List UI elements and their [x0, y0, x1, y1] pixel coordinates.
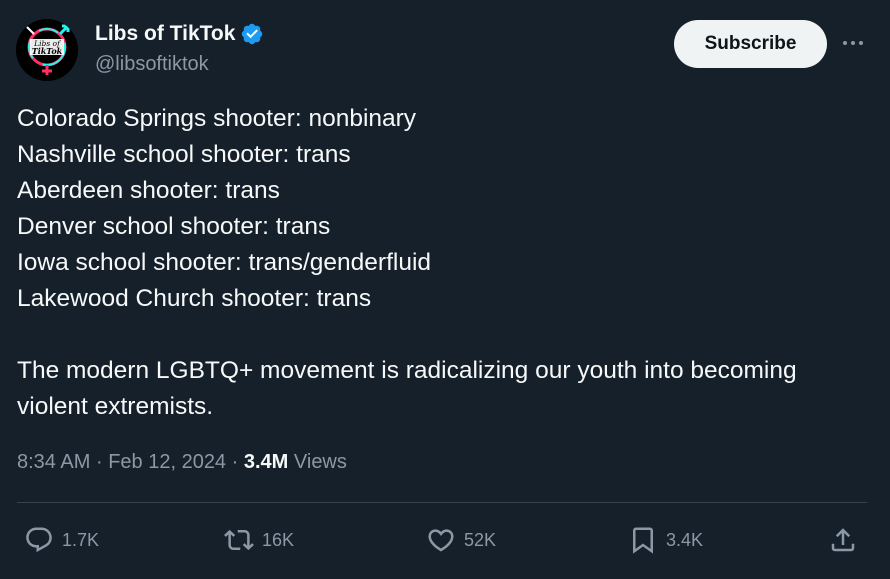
- more-horizontal-icon[interactable]: [836, 28, 870, 58]
- share-icon: [831, 528, 855, 552]
- tweet-card: Libs of TikTok Libs of TikTok @libsoftik…: [0, 0, 890, 579]
- reply-button[interactable]: 1.7K: [24, 522, 99, 558]
- libs-of-tiktok-logo: Libs of TikTok: [16, 19, 78, 81]
- repost-button[interactable]: 16K: [224, 522, 294, 558]
- bookmark-button[interactable]: 3.4K: [628, 522, 703, 558]
- repost-icon: [224, 529, 254, 551]
- reply-count: 1.7K: [62, 529, 100, 550]
- user-handle[interactable]: @libsoftiktok: [95, 53, 209, 76]
- display-name[interactable]: Libs of TikTok: [95, 22, 264, 46]
- tweet-date[interactable]: Feb 12, 2024: [108, 451, 226, 473]
- like-count: 52K: [464, 529, 497, 550]
- tweet-paragraph: The modern LGBTQ+ movement is radicalizi…: [17, 357, 797, 420]
- tweet-line: Colorado Springs shooter: nonbinary: [17, 105, 417, 132]
- heart-icon: [428, 529, 454, 552]
- like-button[interactable]: 52K: [426, 522, 496, 558]
- views-count: 3.4M: [243, 451, 289, 473]
- repost-count: 16K: [262, 529, 295, 550]
- subscribe-button[interactable]: Subscribe: [674, 20, 827, 68]
- verified-badge-icon[interactable]: [240, 22, 264, 46]
- bookmark-count: 3.4K: [666, 529, 704, 550]
- meta-separator: ·: [231, 451, 239, 473]
- views-label: Views: [293, 451, 347, 473]
- share-button[interactable]: [828, 522, 858, 558]
- tweet-text: Colorado Springs shooter: nonbinary Nash…: [17, 101, 867, 425]
- meta-separator: ·: [95, 451, 103, 473]
- bookmark-icon: [633, 527, 653, 554]
- tweet-line: Aberdeen shooter: trans: [17, 177, 280, 204]
- tweet-line: Iowa school shooter: trans/genderfluid: [17, 249, 432, 276]
- display-name-text: Libs of TikTok: [95, 22, 236, 45]
- tweet-line: Nashville school shooter: trans: [17, 141, 351, 168]
- tweet-line: Denver school shooter: trans: [17, 213, 331, 240]
- tweet-meta: 8:34 AM · Feb 12, 2024 · 3.4M Views: [17, 451, 347, 474]
- divider: [17, 502, 867, 503]
- tweet-time[interactable]: 8:34 AM: [17, 451, 90, 473]
- svg-text:TikTok: TikTok: [32, 46, 63, 56]
- avatar[interactable]: Libs of TikTok: [16, 19, 78, 81]
- reply-icon: [26, 527, 52, 553]
- tweet-line: Lakewood Church shooter: trans: [17, 285, 372, 312]
